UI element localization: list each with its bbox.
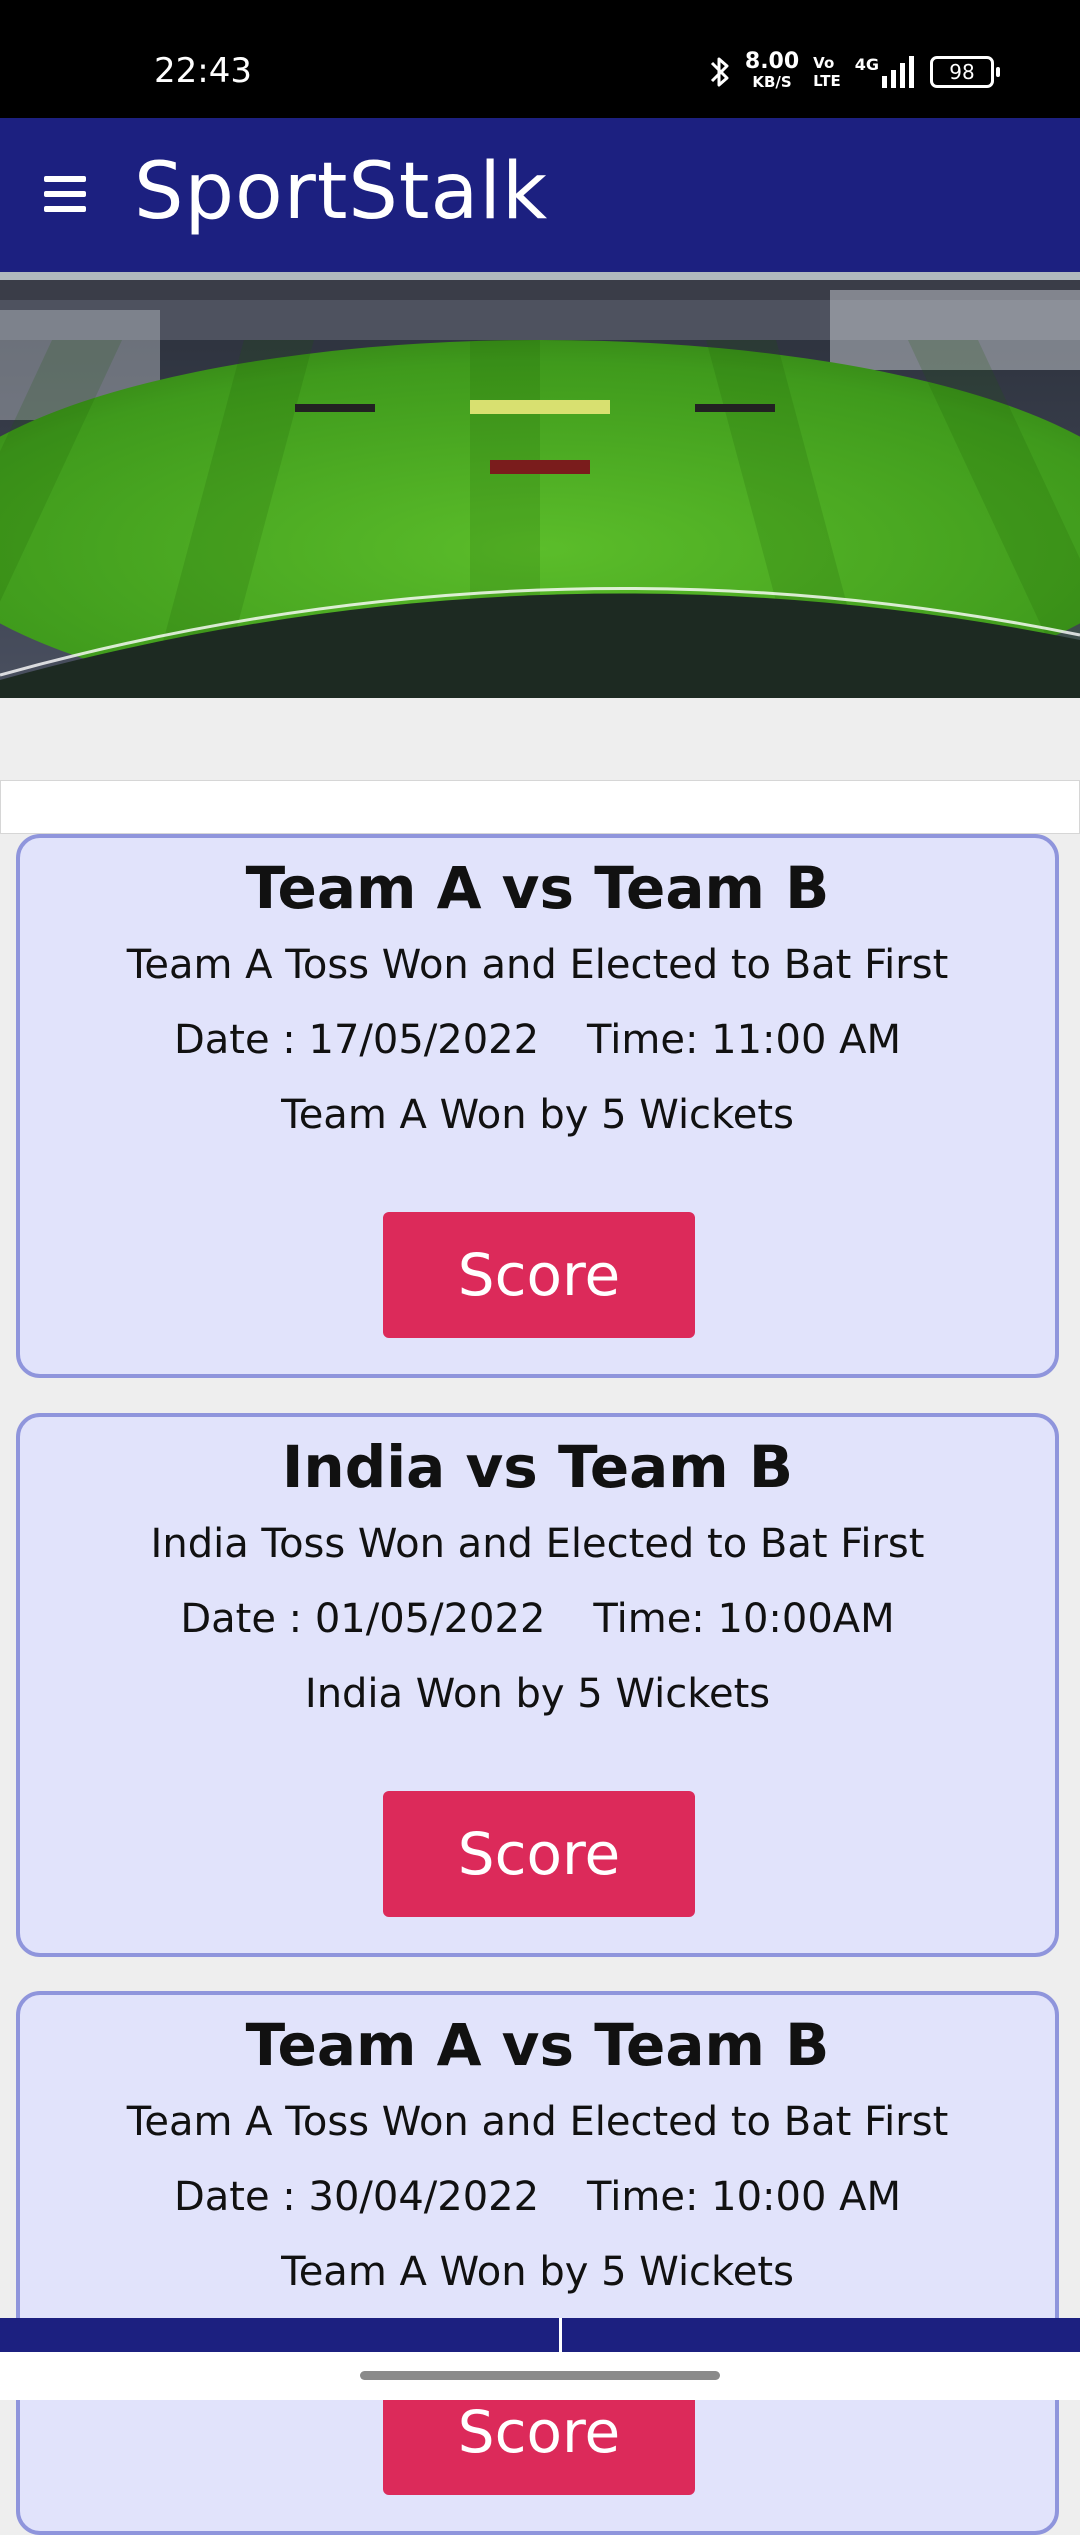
home-gesture-bar[interactable] bbox=[360, 2371, 720, 2380]
stadium-banner-image bbox=[0, 280, 1080, 698]
status-icons: 8.00 KB/S Vo LTE 4G 98 bbox=[709, 49, 1000, 94]
match-date: Date : 01/05/2022 bbox=[180, 1596, 546, 1642]
match-card: Team A vs Team B Team A Toss Won and Ele… bbox=[16, 834, 1059, 1378]
score-button[interactable]: Score bbox=[383, 1212, 695, 1338]
match-time: Time: 10:00AM bbox=[593, 1596, 895, 1642]
signal-indicator: 4G bbox=[855, 56, 916, 88]
match-card: India vs Team B India Toss Won and Elect… bbox=[16, 1413, 1059, 1957]
volte-top: Vo bbox=[813, 54, 835, 72]
status-bar: 22:43 8.00 KB/S Vo LTE 4G 98 bbox=[0, 0, 1080, 118]
volte-bottom: LTE bbox=[813, 72, 841, 90]
app-title: SportStalk bbox=[134, 147, 549, 237]
score-button[interactable]: Score bbox=[383, 1791, 695, 1917]
bottom-nav-right[interactable] bbox=[562, 2318, 1080, 2352]
match-result: Team A Won by 5 Wickets bbox=[281, 1092, 794, 1138]
network-speed: 8.00 KB/S bbox=[744, 49, 800, 92]
match-date: Date : 17/05/2022 bbox=[173, 1017, 540, 1063]
battery-icon: 98 bbox=[930, 56, 1000, 88]
match-date-time: Date : 30/04/2022 Time: 10:00 AM bbox=[20, 2169, 1055, 2225]
match-title: India vs Team B bbox=[281, 1433, 794, 1501]
status-time: 22:43 bbox=[154, 51, 252, 91]
match-toss: Team A Toss Won and Elected to Bat First bbox=[126, 2099, 949, 2145]
network-speed-unit: KB/S bbox=[752, 73, 792, 91]
volte-indicator: Vo LTE bbox=[813, 54, 841, 90]
match-result: India Won by 5 Wickets bbox=[304, 1671, 771, 1717]
app-bar: SportStalk bbox=[0, 118, 1080, 280]
match-title: Team A vs Team B bbox=[245, 2011, 830, 2079]
match-time: Time: 10:00 AM bbox=[587, 2174, 901, 2220]
bottom-nav bbox=[0, 2318, 1080, 2352]
match-date-time: Date : 17/05/2022 Time: 11:00 AM bbox=[20, 1012, 1055, 1068]
match-title: Team A vs Team B bbox=[245, 854, 830, 922]
match-date: Date : 30/04/2022 bbox=[173, 2174, 540, 2220]
match-result: Team A Won by 5 Wickets bbox=[281, 2249, 794, 2295]
network-type: 4G bbox=[854, 55, 879, 74]
bluetooth-icon bbox=[710, 57, 729, 87]
gesture-area bbox=[0, 2352, 1080, 2400]
menu-icon[interactable] bbox=[44, 176, 86, 212]
network-speed-value: 8.00 bbox=[744, 49, 800, 74]
match-time: Time: 11:00 AM bbox=[587, 1017, 901, 1063]
match-toss: Team A Toss Won and Elected to Bat First bbox=[126, 942, 949, 988]
search-strip[interactable] bbox=[0, 780, 1080, 834]
match-toss: India Toss Won and Elected to Bat First bbox=[150, 1521, 925, 1567]
battery-level: 98 bbox=[949, 60, 975, 84]
bottom-nav-left[interactable] bbox=[0, 2318, 559, 2352]
signal-icon bbox=[882, 56, 914, 88]
match-date-time: Date : 01/05/2022 Time: 10:00AM bbox=[20, 1591, 1055, 1647]
match-card: Team A vs Team B Team A Toss Won and Ele… bbox=[16, 1991, 1059, 2535]
